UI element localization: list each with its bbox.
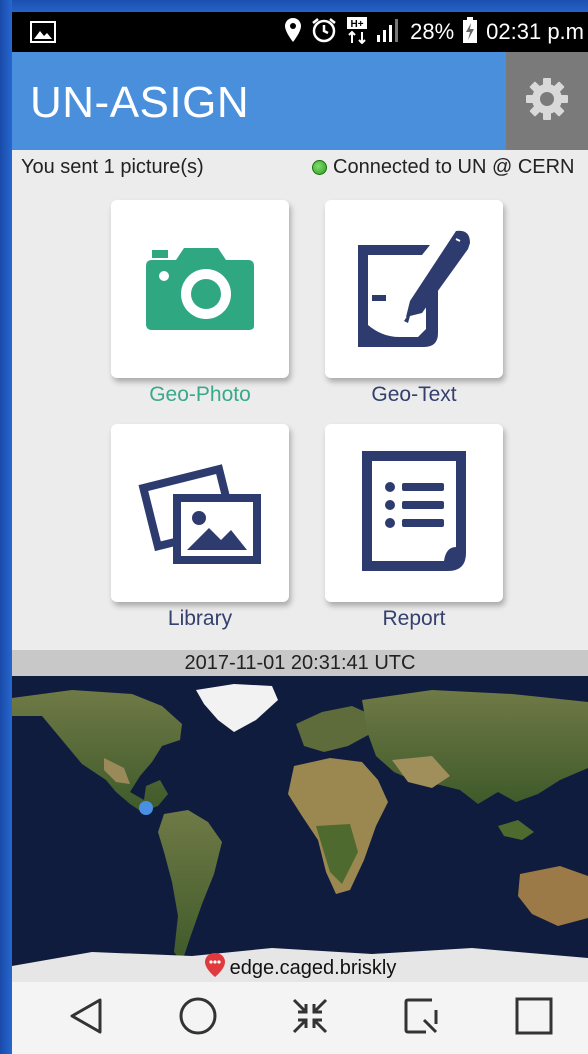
alarm-icon <box>310 16 338 49</box>
map-pin-icon <box>204 952 226 984</box>
report-button[interactable] <box>325 424 503 602</box>
screenshot-button[interactable] <box>398 996 446 1040</box>
battery-charging-icon <box>462 16 478 49</box>
connection-status: Connected to UN @ CERN <box>312 156 575 179</box>
collapse-button[interactable] <box>286 996 334 1040</box>
library-label: Library <box>167 607 233 630</box>
screenshot-icon <box>402 996 442 1041</box>
gear-icon <box>522 74 572 129</box>
location-pin-icon <box>284 17 302 48</box>
location-label: edge.caged.briskly <box>12 952 588 984</box>
geo-text-button[interactable] <box>325 200 503 378</box>
status-icons: H+ 28% 02:31 p.m <box>284 12 588 52</box>
clock-time: 02:31 p.m <box>486 19 584 44</box>
connection-text: Connected to UN @ CERN <box>333 156 575 178</box>
settings-button[interactable] <box>506 52 588 150</box>
camera-icon <box>142 242 258 337</box>
location-marker[interactable] <box>139 801 153 815</box>
app-title: UN-ASIGN <box>30 78 250 127</box>
back-icon <box>66 996 106 1041</box>
collapse-icon <box>290 996 330 1041</box>
library-button[interactable] <box>111 424 289 602</box>
connection-indicator-icon <box>312 160 327 175</box>
home-button[interactable] <box>174 996 222 1040</box>
pen-note-icon <box>352 225 476 354</box>
location-name: edge.caged.briskly <box>229 956 397 979</box>
phone-screen: H+ 28% 02:31 p.m UN-ASIGN You sent 1 pic… <box>12 12 588 1054</box>
recents-button[interactable] <box>510 996 558 1040</box>
navigation-bar <box>12 982 588 1054</box>
geo-text-label: Geo-Text <box>371 383 457 406</box>
gallery-icon <box>30 21 56 48</box>
signal-icon <box>376 17 402 48</box>
world-map[interactable] <box>12 676 588 982</box>
device-bezel-left <box>0 0 12 1054</box>
home-icon <box>178 996 218 1041</box>
app-bar: UN-ASIGN <box>12 52 588 150</box>
geo-photo-button[interactable] <box>111 200 289 378</box>
battery-percentage: 28% <box>410 19 455 44</box>
report-label: Report <box>382 607 446 630</box>
info-bar: You sent 1 picture(s) Connected to UN @ … <box>12 150 588 186</box>
report-list-icon <box>358 447 470 580</box>
device-bezel-top <box>0 0 588 12</box>
back-button[interactable] <box>62 996 110 1040</box>
geo-photo-label: Geo-Photo <box>149 383 251 406</box>
sent-count-text: You sent 1 picture(s) <box>21 156 204 178</box>
data-hplus-icon: H+ <box>346 16 368 49</box>
timestamp-bar: 2017-11-01 20:31:41 UTC <box>12 650 588 676</box>
status-bar: H+ 28% 02:31 p.m <box>12 12 588 52</box>
pictures-icon <box>137 456 263 571</box>
recents-icon <box>514 996 554 1041</box>
svg-text:H+: H+ <box>351 19 364 30</box>
